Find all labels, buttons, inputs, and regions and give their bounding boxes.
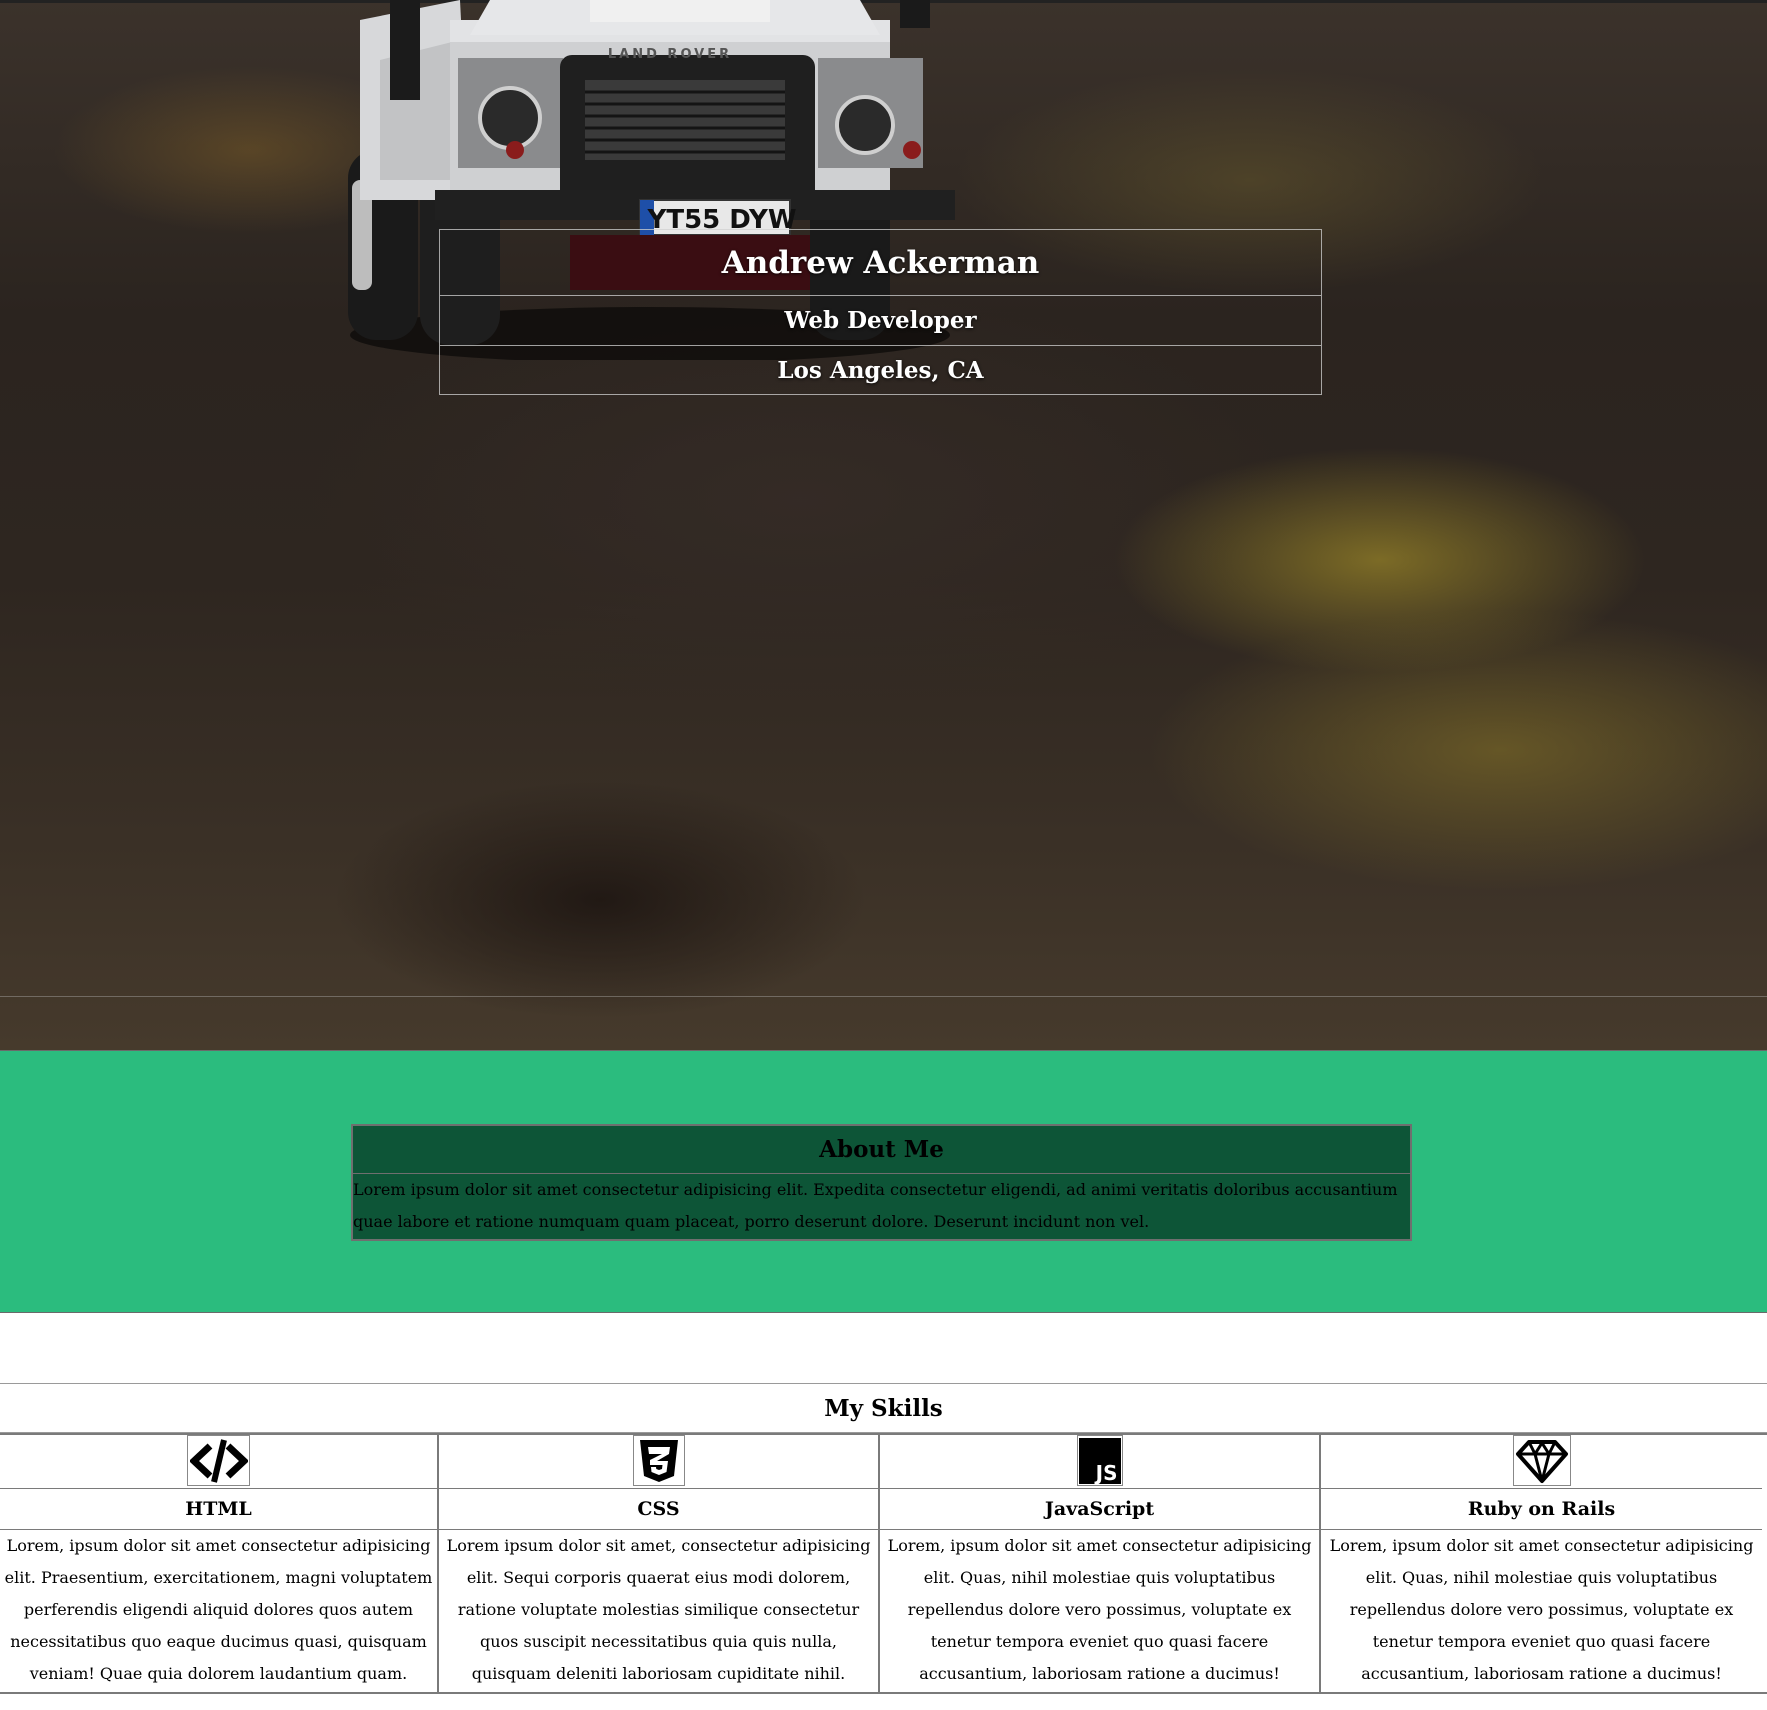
skills-section: My Skills HTML Lorem, ipsum dolor sit am… <box>0 1383 1767 1694</box>
skill-name: Ruby on Rails <box>1321 1489 1762 1530</box>
hero-divider <box>0 996 1767 997</box>
css3-icon <box>632 1435 685 1486</box>
about-text: Lorem ipsum dolor sit amet consectetur a… <box>353 1180 1398 1231</box>
about-box: About Me Lorem ipsum dolor sit amet cons… <box>351 1124 1412 1241</box>
skill-name: CSS <box>439 1489 878 1530</box>
skills-grid: HTML Lorem, ipsum dolor sit amet consect… <box>0 1433 1767 1694</box>
skill-description: Lorem, ipsum dolor sit amet consectetur … <box>1329 1536 1754 1683</box>
skill-card-css: CSS Lorem ipsum dolor sit amet, consecte… <box>439 1435 880 1692</box>
code-icon <box>187 1435 250 1486</box>
skill-description: Lorem ipsum dolor sit amet, consectetur … <box>446 1536 871 1683</box>
skill-card-ruby-on-rails: Ruby on Rails Lorem, ipsum dolor sit ame… <box>1321 1435 1762 1692</box>
skill-name: JavaScript <box>880 1489 1319 1530</box>
skills-heading: My Skills <box>0 1383 1767 1433</box>
skill-description: Lorem, ipsum dolor sit amet consectetur … <box>887 1536 1312 1683</box>
javascript-icon: JS <box>1076 1435 1123 1486</box>
hero-section: YT55 DYW LAND ROVER Andrew Ackerman Web … <box>0 0 1767 1050</box>
skill-card-html: HTML Lorem, ipsum dolor sit amet consect… <box>0 1435 439 1692</box>
about-heading: About Me <box>353 1126 1410 1174</box>
gem-icon <box>1512 1435 1571 1486</box>
skill-description: Lorem, ipsum dolor sit amet consectetur … <box>4 1536 433 1683</box>
hero-title: Web Developer <box>440 296 1321 346</box>
javascript-icon-text: JS <box>1095 1460 1118 1485</box>
hero-location: Los Angeles, CA <box>777 356 984 384</box>
truck-badge-text: LAND ROVER <box>608 47 732 62</box>
skill-card-javascript: JS JavaScript Lorem, ipsum dolor sit ame… <box>880 1435 1321 1692</box>
hero-intro-box: Andrew Ackerman Web Developer Los Angele… <box>439 229 1322 395</box>
skill-name: HTML <box>0 1489 437 1530</box>
about-section: About Me Lorem ipsum dolor sit amet cons… <box>0 1050 1767 1313</box>
hero-name: Andrew Ackerman <box>440 230 1321 296</box>
